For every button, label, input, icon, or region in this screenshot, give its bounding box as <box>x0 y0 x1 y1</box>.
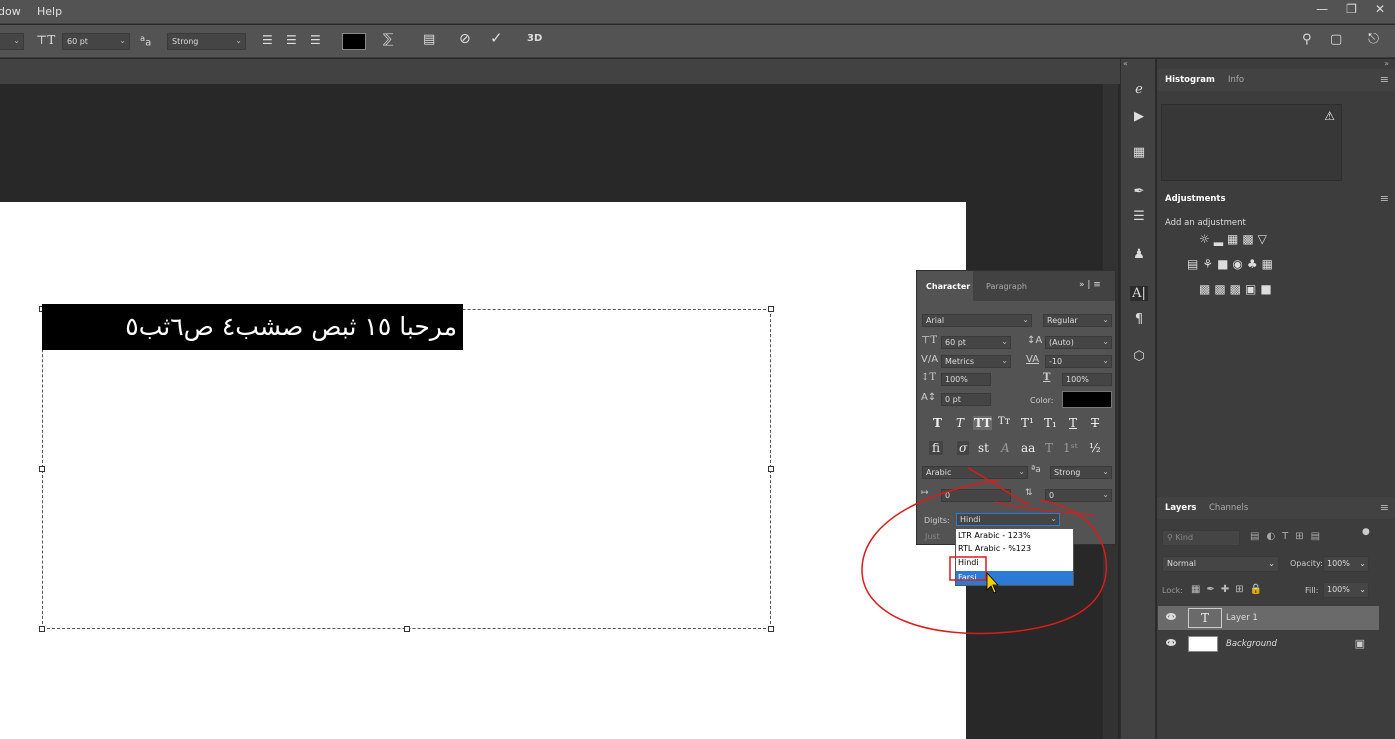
red-underline-annotation <box>994 501 1096 516</box>
mouse-cursor-icon <box>986 571 999 594</box>
red-annotation-overlay <box>861 467 1108 635</box>
red-box-annotation <box>949 556 987 581</box>
red-stroke-annotation <box>967 467 1031 506</box>
